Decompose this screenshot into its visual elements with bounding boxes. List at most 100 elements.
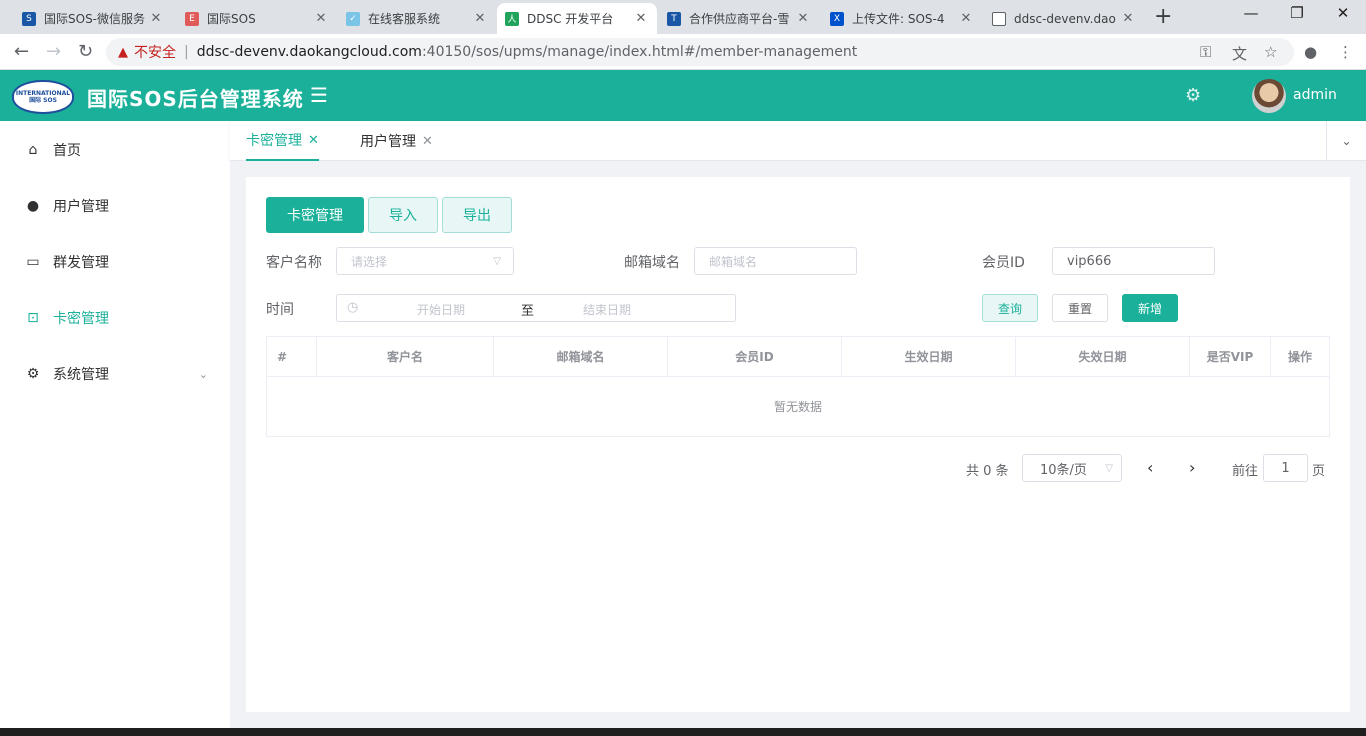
browser-tab-title: 国际SOS-微信服务 [44,12,146,26]
next-page-icon[interactable]: › [1189,458,1195,477]
empty-state: 暂无数据 [773,400,822,414]
reset-button[interactable]: 重置 [1052,294,1108,322]
tab-users[interactable]: 用户管理 ✕ [360,121,433,161]
member-id-value: vip666 [1067,253,1112,269]
menu-toggle-icon[interactable]: ☰ [310,83,328,107]
browser-tab-active[interactable]: 人 DDSC 开发平台 ✕ [497,3,657,34]
restore-icon[interactable]: ❐ [1282,4,1312,22]
avatar[interactable] [1252,79,1286,113]
tab-favicon-icon: S [22,11,36,26]
chevron-down-icon: ⌄ [198,367,208,381]
reload-icon[interactable]: ↻ [78,41,93,62]
column-header-start-date: 生效日期 [842,337,1016,377]
column-header-member-id: 会员ID [668,337,842,377]
import-button[interactable]: 导入 [368,197,438,233]
tab-card-keys[interactable]: 卡密管理 ✕ [246,121,319,161]
browser-tab-title: ddsc-devenv.dao [1014,11,1116,26]
column-header-email: 邮箱域名 [494,337,668,377]
range-separator: 至 [521,304,535,319]
browser-tab-title: DDSC 开发平台 [527,12,614,26]
tab-label: 卡密管理 [246,133,302,149]
close-tab-icon[interactable]: ✕ [1120,11,1136,26]
star-icon[interactable]: ☆ [1264,43,1277,61]
prev-page-icon[interactable]: ‹ [1147,458,1153,477]
browser-tab-5[interactable]: T 合作供应商平台-雪 ✕ [659,3,819,34]
browser-tab-3[interactable]: ✓ 在线客服系统 ✕ [338,3,496,34]
message-icon: ▭ [26,254,40,270]
page-number-input[interactable]: 1 [1263,454,1308,482]
column-header-end-date: 失效日期 [1016,337,1190,377]
tab-favicon-icon [992,11,1006,26]
goto-label: 前往 [1232,464,1259,479]
more-menu-icon[interactable]: ⋮ [1338,43,1353,61]
tabs-more-chevron-icon[interactable]: ⌄ [1326,121,1366,161]
tab-favicon-icon: ✓ [346,11,360,26]
close-tab-icon[interactable]: ✕ [958,11,974,26]
page-suffix: 页 [1312,464,1326,479]
sidebar: ⌂ 首页 ● 用户管理 ▭ 群发管理 ⊡ 卡密管理 ⚙ 系统管理 ⌄ [0,121,230,736]
sidebar-item-users[interactable]: ● 用户管理 [0,178,230,234]
browser-tab-2[interactable]: E 国际SOS ✕ [177,3,337,34]
column-header-actions: 操作 [1271,337,1329,377]
page-size-select[interactable]: 10条/页 ▽ [1022,454,1122,482]
url-divider: | [184,44,189,60]
sidebar-item-label: 群发管理 [53,255,109,271]
warning-icon: ▲ [118,44,128,60]
date-range-picker[interactable]: ◷ 开始日期 至 结束日期 [336,294,736,322]
profile-icon[interactable]: ● [1304,43,1317,61]
close-tab-icon[interactable]: ✕ [633,11,649,26]
back-icon[interactable]: ← [14,41,29,62]
column-header-index: # [267,337,317,377]
gear-icon: ⚙ [26,366,40,382]
browser-tab-title: 国际SOS [207,12,256,26]
pagination-total: 共 0 条 [966,464,1009,479]
data-table: # 客户名 邮箱域名 会员ID 生效日期 失效日期 是否VIP 操作 暂无数据 [266,336,1330,437]
translate-icon[interactable]: 文 [1232,43,1247,64]
browser-tab-title: 上传文件: SOS-4 [852,12,945,26]
column-header-vip: 是否VIP [1190,337,1271,377]
sidebar-item-home[interactable]: ⌂ 首页 [0,122,230,178]
sidebar-item-system[interactable]: ⚙ 系统管理 ⌄ [0,346,230,402]
customer-select[interactable]: 请选择 ▽ [336,247,514,275]
sidebar-item-broadcast[interactable]: ▭ 群发管理 [0,234,230,290]
username[interactable]: admin [1293,87,1337,103]
new-tab-button[interactable]: + [1154,4,1172,29]
page-size-value: 10条/页 [1040,462,1087,478]
sidebar-item-label: 卡密管理 [53,311,109,327]
close-icon[interactable]: ✕ [308,133,319,148]
tab-favicon-icon: 人 [505,11,519,26]
close-icon[interactable]: ✕ [422,134,433,149]
os-taskbar [0,728,1366,736]
browser-tab-title: 在线客服系统 [368,12,441,26]
logo-text-line1: INTERNATIONAL [15,90,71,97]
sidebar-item-card-keys[interactable]: ⊡ 卡密管理 [0,290,230,346]
end-date-input[interactable]: 结束日期 [583,301,631,318]
tab-favicon-icon: X [830,11,844,26]
forward-icon[interactable]: → [46,41,61,62]
email-field[interactable]: 邮箱域名 [694,247,857,275]
member-id-field[interactable]: vip666 [1052,247,1215,275]
close-tab-icon[interactable]: ✕ [313,11,329,26]
customer-label: 客户名称 [266,255,322,271]
query-button[interactable]: 查询 [982,294,1038,322]
close-tab-icon[interactable]: ✕ [795,11,811,26]
browser-tab-6[interactable]: X 上传文件: SOS-4 ✕ [822,3,982,34]
close-tab-icon[interactable]: ✕ [148,11,164,26]
browser-tab-7[interactable]: ddsc-devenv.dao ✕ [984,3,1144,34]
card-manage-button[interactable]: 卡密管理 [266,197,364,233]
close-window-icon[interactable]: ✕ [1328,4,1358,22]
sidebar-item-label: 首页 [53,143,81,159]
add-button[interactable]: 新增 [1122,294,1178,322]
minimize-icon[interactable]: — [1236,4,1266,22]
settings-icon[interactable]: ⚙ [1185,85,1201,106]
home-icon: ⌂ [28,142,38,158]
browser-tab-1[interactable]: S 国际SOS-微信服务 ✕ [14,3,172,34]
tab-favicon-icon: T [667,11,681,26]
key-icon[interactable]: ⚿ [1200,43,1211,61]
browser-tabstrip: S 国际SOS-微信服务 ✕ E 国际SOS ✕ ✓ 在线客服系统 ✕ 人 DD… [0,0,1366,34]
url-input[interactable]: ▲ 不安全 | ddsc-devenv.daokangcloud.com :40… [106,38,1294,66]
close-tab-icon[interactable]: ✕ [472,11,488,26]
start-date-input[interactable]: 开始日期 [417,301,465,318]
export-button[interactable]: 导出 [442,197,512,233]
chevron-down-icon: ▽ [493,255,501,267]
